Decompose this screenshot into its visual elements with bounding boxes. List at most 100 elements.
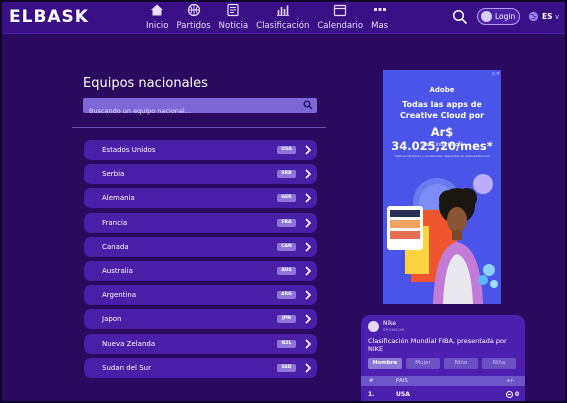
team-code-badge: CAN: [277, 242, 296, 251]
team-name: Australia: [102, 266, 133, 275]
language-selector[interactable]: ES ∨: [528, 11, 560, 22]
team-row[interactable]: Argentina ARG: [84, 285, 317, 306]
team-row[interactable]: Serbia SRB: [84, 164, 317, 185]
team-search-input[interactable]: [83, 103, 293, 119]
search-icon[interactable]: [452, 9, 468, 25]
team-code-badge: JPN: [277, 315, 296, 324]
team-name: Francia: [102, 218, 128, 227]
nav-item-noticia[interactable]: Noticia: [218, 3, 249, 31]
language-code: ES: [542, 12, 553, 21]
ad-illustration-image: [387, 174, 498, 304]
ranking-title: Clasificación Mundial FIBA, presentada p…: [368, 337, 507, 353]
ad-brand: Adobe: [429, 86, 455, 94]
team-code-badge: SSD: [277, 363, 296, 372]
ad-headline: Todas las apps de Creative Cloud por: [399, 100, 485, 120]
team-row[interactable]: Estados Unidos USA: [84, 140, 317, 160]
team-row[interactable]: Japon JPN: [84, 309, 317, 330]
sponsor-tag: SPONSOR: [383, 327, 405, 332]
sponsor-name: Nike: [383, 320, 397, 327]
team-row[interactable]: Alemania GER: [84, 188, 317, 209]
main-nav: Inicio Partidos Noticia Clasificación Ca…: [146, 3, 396, 31]
nav-label: Mas: [371, 21, 389, 31]
top-header: ELBASK Inicio Partidos Noticia Clasifica…: [0, 0, 567, 34]
section-divider: [72, 127, 326, 128]
row-change: 0: [515, 391, 520, 398]
globe-icon: [528, 11, 539, 22]
team-code-badge: AUS: [277, 266, 296, 275]
team-name: Alemania: [102, 194, 135, 203]
nav-item-partidos[interactable]: Partidos: [177, 3, 211, 31]
fiba-ranking-card: Nike SPONSOR Clasificación Mundial FIBA,…: [361, 315, 525, 403]
team-row[interactable]: Nueva Zelanda NZL: [84, 333, 317, 354]
team-code-badge: ARG: [277, 291, 296, 300]
column-rank: #: [369, 378, 374, 384]
team-name: Estados Unidos: [102, 146, 156, 154]
ad-price: Ar$ 34.025,20/mes*: [391, 125, 493, 153]
team-name: Japon: [102, 315, 122, 324]
nav-item-mas[interactable]: Mas: [371, 3, 388, 31]
ad-close-icon[interactable]: ▷✕: [492, 71, 500, 77]
nav-label: Inicio: [146, 21, 169, 31]
chevron-right-icon: [305, 242, 312, 252]
chevron-right-icon: [305, 338, 312, 349]
more-icon: [373, 8, 386, 11]
team-name: Nueva Zelanda: [102, 339, 156, 348]
tab-mujer[interactable]: Mujer: [406, 358, 440, 369]
advertisement-banner[interactable]: ▷✕ Adobe Todas las apps de Creative Clou…: [383, 70, 501, 304]
team-row[interactable]: Sudan del Sur SSD: [84, 357, 317, 378]
nav-item-clasificacion[interactable]: Clasificación: [256, 3, 309, 31]
minus-circle-icon: [506, 391, 513, 398]
chevron-right-icon: [305, 217, 312, 228]
team-code-badge: NZL: [277, 339, 296, 348]
table-row[interactable]: 1. USA 0: [361, 388, 525, 403]
ad-subtext: ¡Para individuos!: [420, 142, 464, 148]
column-change: +/-: [506, 378, 515, 384]
ranking-table-header: # PAIS +/-: [361, 376, 525, 386]
search-icon[interactable]: [303, 100, 313, 110]
team-name: Serbia: [102, 170, 125, 179]
home-icon: [151, 4, 164, 16]
nav-label: Calendario: [317, 21, 364, 31]
site-logo[interactable]: ELBASK: [9, 7, 89, 27]
login-label: Login: [495, 12, 516, 21]
chevron-right-icon: [305, 145, 312, 155]
chevron-right-icon: [305, 193, 312, 203]
tab-nina[interactable]: Niña: [482, 358, 516, 369]
team-code-badge: FRA: [277, 218, 296, 227]
tab-hombre[interactable]: Hombre: [368, 358, 402, 369]
basketball-icon: [187, 3, 200, 17]
bar-chart-icon: [276, 5, 289, 16]
ad-fine-print: *Aplican términos y condiciones. disponi…: [394, 154, 490, 158]
column-country: PAIS: [396, 378, 408, 384]
row-rank: 1.: [368, 391, 375, 398]
calendar-icon: [334, 4, 347, 17]
nav-label: Clasificación: [256, 21, 310, 31]
tab-nino[interactable]: Niño: [444, 358, 478, 369]
team-row[interactable]: Australia AUS: [84, 260, 317, 281]
team-name: Argentina: [102, 291, 137, 300]
chevron-right-icon: [305, 314, 312, 324]
team-list: Estados Unidos USA Serbia SRB Alemania GER Fra…: [84, 140, 317, 382]
team-code-badge: USA: [277, 146, 296, 154]
sponsor-logo-icon: [368, 321, 379, 332]
team-name: Sudan del Sur: [102, 363, 151, 372]
user-icon: [481, 11, 492, 22]
team-row[interactable]: Francia FRA: [84, 212, 317, 233]
nav-label: Partidos: [176, 21, 211, 31]
team-search-box[interactable]: [83, 98, 317, 119]
chevron-down-icon: ∨: [554, 12, 560, 21]
chevron-right-icon: [305, 290, 312, 300]
row-country: USA: [396, 391, 410, 398]
news-icon: [227, 3, 240, 17]
page-title: Equipos nacionales: [83, 76, 208, 91]
chevron-right-icon: [305, 169, 312, 179]
team-code-badge: GER: [277, 194, 296, 203]
nav-label: Noticia: [218, 21, 249, 31]
team-name: Canada: [102, 242, 129, 251]
chevron-right-icon: [305, 266, 312, 276]
nav-item-inicio[interactable]: Inicio: [146, 3, 169, 31]
team-code-badge: SRB: [277, 170, 296, 179]
nav-item-calendario[interactable]: Calendario: [317, 3, 363, 31]
team-row[interactable]: Canada CAN: [84, 236, 317, 257]
login-button[interactable]: Login: [477, 8, 520, 25]
